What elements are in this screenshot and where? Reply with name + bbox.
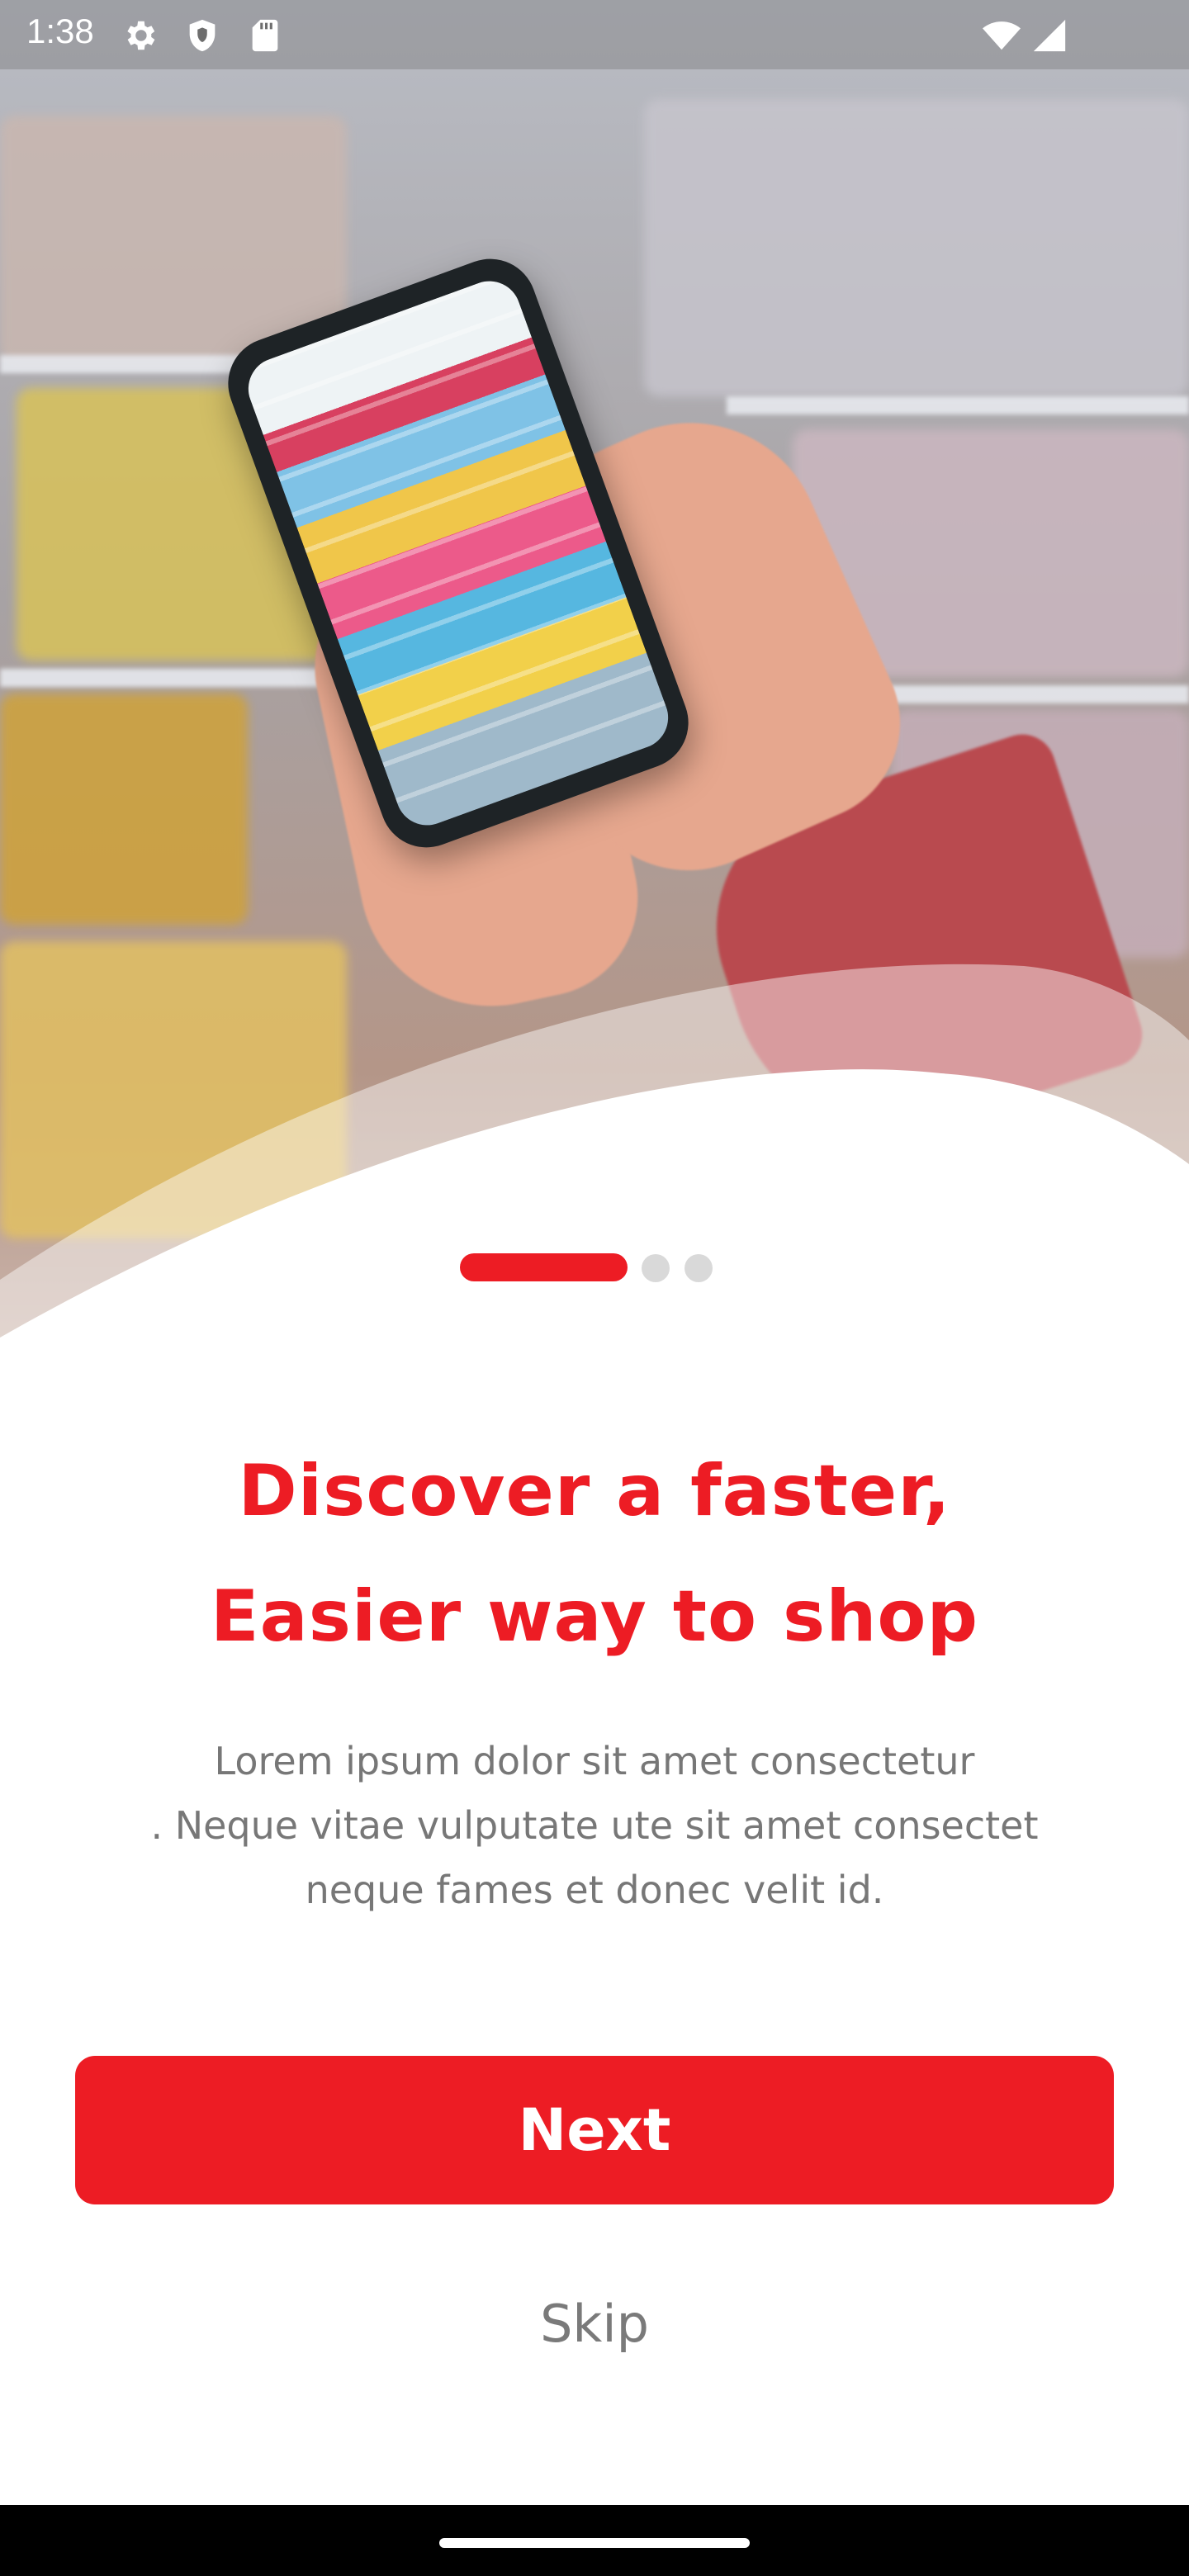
description-line-1: Lorem ipsum dolor sit amet consectetur: [214, 1739, 975, 1783]
description-line-2: . Neque vitae vulputate ute sit amet con…: [150, 1803, 1039, 1848]
gear-icon: [127, 21, 155, 50]
next-button[interactable]: Next: [75, 2056, 1114, 2204]
hero-image: [0, 0, 1189, 1338]
page-dot-3: [685, 1254, 713, 1282]
skip-button[interactable]: Skip: [429, 2279, 760, 2370]
home-gesture-handle[interactable]: [439, 2538, 750, 2548]
phone-illustration: [215, 245, 702, 861]
title-line-1: Discover a faster,: [238, 1450, 951, 1532]
onboarding-description: Lorem ipsum dolor sit amet consectetur .…: [116, 1729, 1073, 1922]
gesture-nav-bar: [0, 2505, 1189, 2576]
page-dot-active: [460, 1253, 628, 1281]
sd-card-icon: [252, 19, 278, 52]
page-indicator: [0, 1253, 1189, 1283]
signal-icon: [1033, 19, 1066, 52]
onboarding-title: Discover a faster, Easier way to shop: [83, 1428, 1106, 1679]
shield-icon: [189, 19, 216, 52]
status-time: 1:38: [26, 12, 94, 50]
onboarding-screen: 1:38 Discover a faster, Easier way to sh…: [0, 0, 1189, 2576]
page-dot-2: [642, 1254, 670, 1282]
wifi-icon: [983, 21, 1021, 50]
description-line-3: neque fames et donec velit id.: [305, 1868, 884, 1912]
title-line-2: Easier way to shop: [210, 1575, 979, 1658]
status-bar: 1:38: [0, 0, 1189, 69]
